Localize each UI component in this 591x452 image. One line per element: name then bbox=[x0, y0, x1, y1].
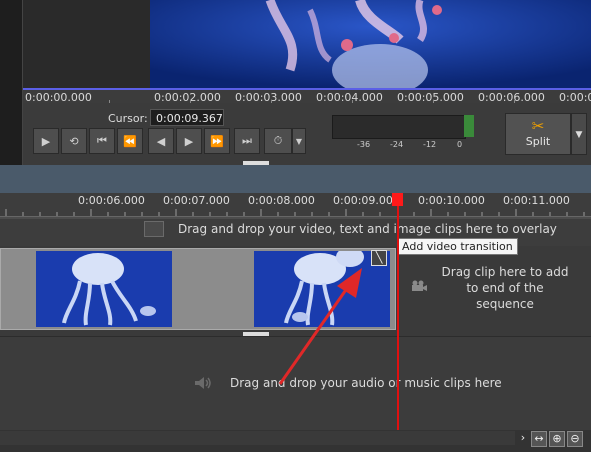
annotation-arrow bbox=[278, 268, 362, 385]
